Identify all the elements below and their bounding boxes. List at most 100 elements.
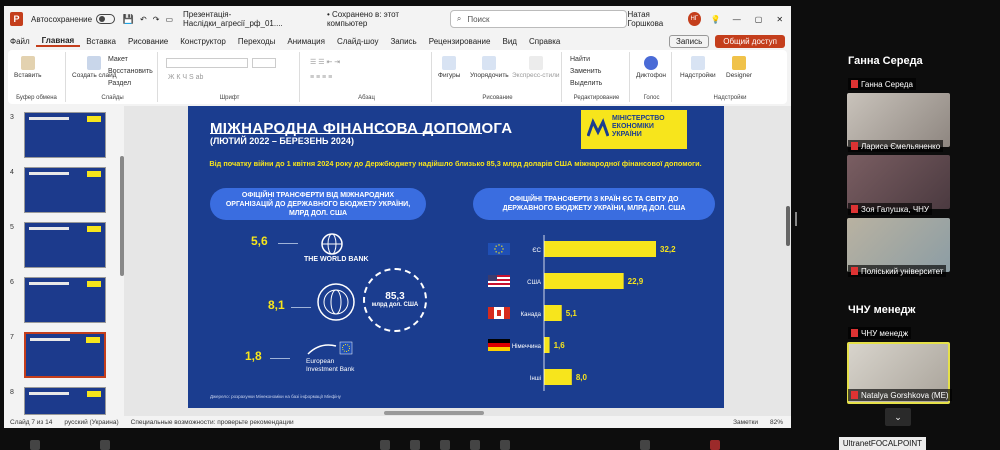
section-button[interactable]: Раздел bbox=[108, 80, 131, 87]
search-input[interactable]: Поиск bbox=[467, 15, 489, 24]
minimize-icon[interactable]: — bbox=[733, 15, 741, 24]
total-aid-value: 85,3 bbox=[385, 291, 405, 302]
participant-video[interactable] bbox=[847, 155, 950, 209]
germany-flag-icon bbox=[488, 339, 510, 351]
search-icon: ⌕ bbox=[456, 14, 462, 23]
font-family-select[interactable] bbox=[166, 58, 248, 68]
slide-scrollbar[interactable] bbox=[786, 206, 790, 246]
ultranet-tag: UltranetFOCALPOINT bbox=[839, 437, 926, 450]
camera-icon[interactable] bbox=[100, 440, 110, 450]
replace-button[interactable]: Заменить bbox=[570, 68, 601, 75]
reset-button[interactable]: Восстановить bbox=[108, 68, 153, 75]
powerpoint-logo-icon: P bbox=[10, 12, 24, 26]
imf-seal-icon bbox=[317, 283, 355, 321]
chevron-down-icon[interactable]: ⌄ bbox=[885, 408, 911, 426]
pane-splitter[interactable] bbox=[795, 212, 797, 226]
notes-button[interactable]: Заметки bbox=[733, 419, 758, 426]
tab-file[interactable]: Файл bbox=[4, 37, 36, 46]
select-button[interactable]: Выделить bbox=[570, 80, 602, 87]
accessibility-status[interactable]: Специальные возможности: проверьте реком… bbox=[131, 419, 294, 426]
more-icon[interactable] bbox=[500, 440, 510, 450]
dictation-button[interactable]: Диктофон bbox=[636, 56, 666, 79]
share-button[interactable]: Общий доступ bbox=[715, 34, 785, 48]
paste-button[interactable]: Вставить bbox=[14, 56, 42, 79]
tab-slideshow[interactable]: Слайд-шоу bbox=[331, 37, 384, 46]
slide-counter: Слайд 7 из 14 bbox=[10, 418, 53, 426]
category-label: Інші bbox=[530, 376, 541, 382]
tab-review[interactable]: Рецензирование bbox=[423, 37, 497, 46]
tab-animations[interactable]: Анимация bbox=[281, 37, 331, 46]
participant-label: Поліський університет bbox=[848, 265, 947, 277]
maximize-icon[interactable]: ▢ bbox=[755, 15, 763, 24]
apps-icon[interactable] bbox=[640, 440, 650, 450]
participants-icon[interactable] bbox=[380, 440, 390, 450]
font-format-icons[interactable]: Ж К Ч S ab bbox=[168, 74, 203, 81]
search-box[interactable]: ⌕ Поиск bbox=[449, 10, 628, 28]
participant-video[interactable] bbox=[847, 93, 950, 147]
align-icons[interactable]: ≡ ≡ ≡ ≡ bbox=[310, 74, 332, 81]
close-icon[interactable]: ✕ bbox=[776, 15, 783, 24]
zoom-level[interactable]: 82% bbox=[770, 419, 783, 426]
addins-button[interactable]: Надстройки bbox=[680, 56, 716, 79]
status-bar: Слайд 7 из 14 русский (Украина) Специаль… bbox=[4, 416, 791, 428]
title-underline bbox=[210, 133, 482, 134]
leave-icon[interactable] bbox=[710, 440, 720, 450]
share-screen-icon[interactable] bbox=[470, 440, 480, 450]
designer-button[interactable]: Designer bbox=[726, 56, 752, 79]
right-section-header: ОФІЦІЙНІ ТРАНСФЕРТИ З КРАЇН ЄС ТА СВІТУ … bbox=[473, 188, 715, 220]
reactions-icon[interactable] bbox=[440, 440, 450, 450]
redo-icon[interactable]: ↷ bbox=[153, 15, 160, 24]
clipboard-group: Вставить Буфер обмена bbox=[8, 52, 66, 102]
quick-styles-button[interactable]: Экспресс-стили bbox=[512, 56, 560, 79]
tab-record[interactable]: Запись bbox=[384, 37, 422, 46]
avatar[interactable]: НГ bbox=[687, 12, 701, 26]
tab-help[interactable]: Справка bbox=[523, 37, 566, 46]
slide-subtitle: (ЛЮТИЙ 2022 – БЕРЕЗЕНЬ 2024) bbox=[210, 136, 354, 146]
shapes-button[interactable]: Фигуры bbox=[438, 56, 460, 79]
save-status[interactable]: • Сохранено в: этот компьютер bbox=[327, 10, 434, 28]
country-transfers-chart: ЄС 32,2 США 22,9 Канада 5,1 Німеччина 1,6 Інші 8,… bbox=[488, 235, 676, 391]
autosave-toggle[interactable] bbox=[96, 14, 115, 24]
slide-thumb-3[interactable] bbox=[24, 112, 106, 158]
font-size-select[interactable] bbox=[252, 58, 276, 68]
canada-flag-icon bbox=[488, 307, 510, 319]
category-label: Німеччина bbox=[512, 344, 542, 350]
list-icons[interactable]: ☰ ☰ ⇤ ⇥ bbox=[310, 58, 340, 66]
tab-home[interactable]: Главная bbox=[35, 36, 81, 47]
slide-thumb-6[interactable] bbox=[24, 277, 106, 323]
participant-name-large: ЧНУ менедж bbox=[848, 304, 916, 316]
participant-video[interactable] bbox=[847, 218, 950, 272]
slide-title: МІЖНАРОДНА ФІНАНСОВА ДОПОМОГА bbox=[210, 120, 513, 137]
slide-thumb-4[interactable] bbox=[24, 167, 106, 213]
participant-label: Зоя Галушка, ЧНУ bbox=[848, 203, 933, 215]
slide-editor: МІЖНАРОДНА ФІНАНСОВА ДОПОМОГА (ЛЮТИЙ 202… bbox=[124, 106, 791, 416]
microphone-icon[interactable] bbox=[30, 440, 40, 450]
bar-value-label: 22,9 bbox=[628, 277, 644, 286]
arrange-button[interactable]: Упорядочить bbox=[470, 56, 509, 79]
find-button[interactable]: Найти bbox=[570, 56, 590, 63]
slide-thumb-8[interactable] bbox=[24, 387, 106, 415]
save-icon[interactable]: 💾 bbox=[123, 14, 134, 25]
autosave-label: Автосохранение bbox=[31, 14, 93, 24]
lightbulb-icon[interactable]: 💡 bbox=[711, 15, 721, 24]
ministry-logo: МІНІСТЕРСТВО ЕКОНОМІКИ УКРАЇНИ bbox=[581, 110, 687, 149]
language-indicator[interactable]: русский (Украина) bbox=[64, 419, 118, 426]
title-bar: P Автосохранение 💾 ↶ ↷ ▭ Презентація-Нас… bbox=[4, 6, 791, 32]
user-name[interactable]: Натая Горшкова bbox=[627, 10, 683, 28]
font-group: Ж К Ч S ab Шрифт bbox=[160, 52, 300, 102]
record-button[interactable]: Запись bbox=[669, 34, 710, 48]
slide-thumb-7[interactable] bbox=[24, 332, 106, 378]
tab-transitions[interactable]: Переходы bbox=[232, 37, 282, 46]
undo-icon[interactable]: ↶ bbox=[140, 15, 147, 24]
layout-button[interactable]: Макет bbox=[108, 56, 128, 63]
drawing-group: Фигуры Упорядочить Экспресс-стили Рисова… bbox=[434, 52, 562, 102]
tab-draw[interactable]: Рисование bbox=[122, 37, 174, 46]
current-slide[interactable]: МІЖНАРОДНА ФІНАНСОВА ДОПОМОГА (ЛЮТИЙ 202… bbox=[188, 106, 724, 408]
slideshow-icon[interactable]: ▭ bbox=[165, 15, 173, 24]
tab-insert[interactable]: Вставка bbox=[80, 37, 122, 46]
tab-design[interactable]: Конструктор bbox=[174, 37, 232, 46]
tab-view[interactable]: Вид bbox=[496, 37, 522, 46]
chat-icon[interactable] bbox=[410, 440, 420, 450]
slide-thumb-5[interactable] bbox=[24, 222, 106, 268]
microphone-icon bbox=[644, 56, 659, 70]
